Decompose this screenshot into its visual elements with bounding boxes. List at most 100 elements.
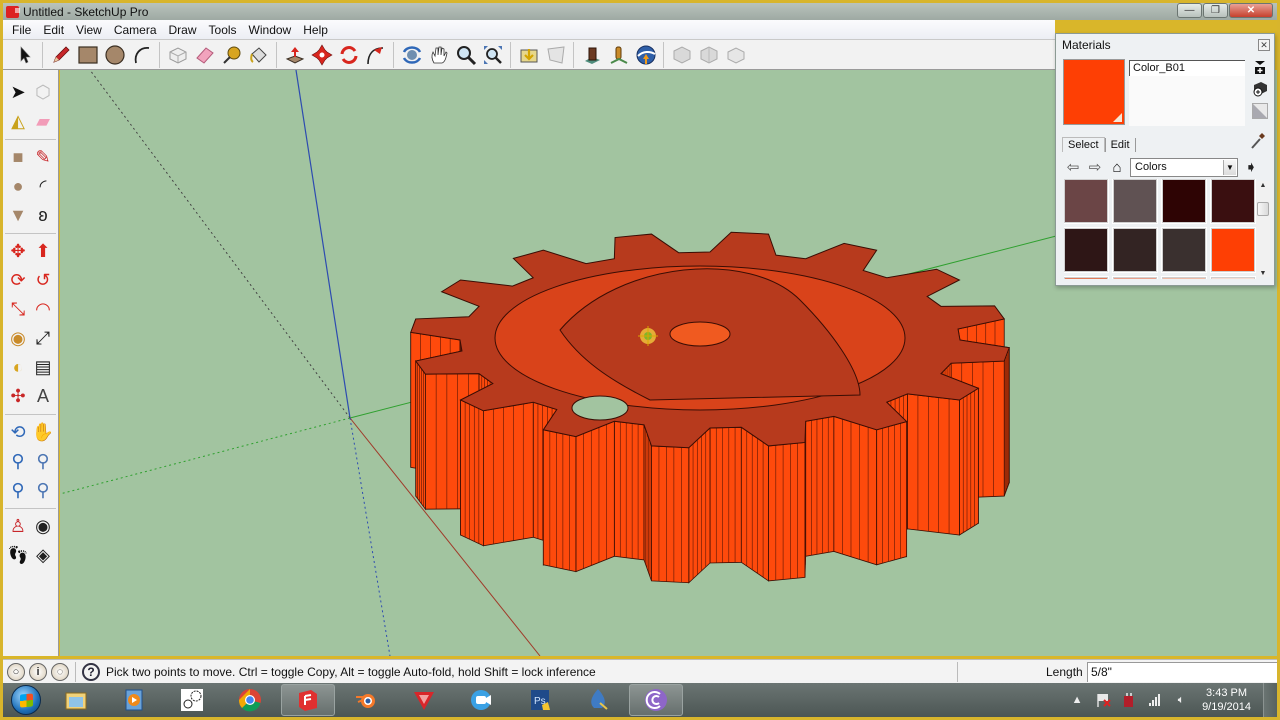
material-swatch[interactable] — [1161, 179, 1207, 224]
zoom-extents-tool[interactable]: ⚲ — [6, 479, 30, 503]
rotate-tool[interactable] — [335, 41, 362, 68]
extension-warehouse-tool[interactable] — [722, 41, 749, 68]
forward-arrow-icon[interactable]: ⇨ — [1086, 158, 1104, 176]
scroll-down-icon[interactable]: ▼ — [1256, 270, 1270, 277]
material-name-field[interactable]: Color_B01 — [1129, 60, 1245, 76]
gear-side-face[interactable] — [688, 427, 711, 584]
menu-view[interactable]: View — [70, 23, 108, 37]
tab-edit[interactable]: Edit — [1104, 138, 1136, 152]
scroll-up-icon[interactable]: ▲ — [1256, 182, 1270, 189]
preview-in-google-earth-tool[interactable] — [632, 41, 659, 68]
pencil-tool[interactable] — [47, 41, 74, 68]
zoom-tool[interactable] — [452, 41, 479, 68]
make-component-tool[interactable]: ⬡ — [31, 81, 55, 105]
circle-tool[interactable] — [101, 41, 128, 68]
menu-file[interactable]: File — [6, 23, 37, 37]
tape-measure-tool[interactable]: ◉ — [6, 327, 30, 351]
previous-view-tool[interactable]: ⚲ — [31, 479, 55, 503]
material-swatch[interactable] — [1064, 227, 1109, 273]
toggle-terrain-tool[interactable] — [605, 41, 632, 68]
material-library-select[interactable]: Colors ▼ — [1130, 157, 1238, 177]
zoom-window-tool[interactable]: ⚲ — [31, 450, 55, 474]
gear-side-face[interactable] — [876, 421, 908, 566]
taskbar-blender[interactable] — [339, 684, 393, 716]
measurement-input[interactable]: 5/8" — [1087, 662, 1277, 682]
arc-tool[interactable] — [128, 41, 155, 68]
gear-side-face[interactable] — [959, 387, 979, 536]
line-tool[interactable]: ✎ — [31, 146, 55, 170]
scale-tool[interactable]: ⤡ — [6, 298, 30, 322]
material-swatch[interactable] — [1112, 227, 1158, 273]
gear-side-face[interactable] — [907, 393, 960, 536]
orbit-tool[interactable] — [398, 41, 425, 68]
select-tool[interactable]: ➤ — [6, 81, 30, 105]
material-swatch[interactable] — [1161, 227, 1207, 273]
push-pull-tool[interactable] — [281, 41, 308, 68]
get-components-tool[interactable] — [668, 41, 695, 68]
taskbar-yafaray[interactable] — [397, 684, 451, 716]
share-model-tool[interactable] — [542, 41, 569, 68]
close-button[interactable]: ✕ — [1229, 3, 1273, 18]
gear-side-face[interactable] — [740, 426, 769, 582]
material-swatch[interactable] — [1064, 179, 1109, 224]
walk-tool[interactable]: 👣︎ — [6, 544, 30, 568]
tape-measure-tool[interactable] — [218, 41, 245, 68]
taskbar-sketchup[interactable] — [281, 684, 335, 716]
follow-me-tool[interactable]: ↺ — [31, 269, 55, 293]
push-pull-tool[interactable]: ⬆ — [31, 240, 55, 264]
menu-help[interactable]: Help — [297, 23, 334, 37]
gear-side-face[interactable] — [613, 420, 645, 561]
freehand-tool[interactable]: ʚ — [31, 204, 55, 228]
default-material-icon[interactable] — [1252, 103, 1268, 119]
power-icon[interactable] — [1121, 692, 1137, 708]
material-swatch[interactable] — [1210, 276, 1256, 279]
select-tool[interactable] — [11, 41, 38, 68]
dimension-tool[interactable]: ⤢ — [31, 327, 55, 351]
gear-side-face[interactable] — [542, 429, 577, 573]
menu-draw[interactable]: Draw — [163, 23, 203, 37]
taskbar-media-player[interactable] — [107, 684, 161, 716]
taskbar-explorer[interactable] — [49, 684, 103, 716]
menu-edit[interactable]: Edit — [37, 23, 70, 37]
add-location-tool[interactable] — [578, 41, 605, 68]
gear-side-face[interactable] — [460, 399, 484, 547]
rotate-tool[interactable]: ⟳ — [6, 269, 30, 293]
gear-model[interactable] — [410, 231, 1010, 584]
start-button[interactable] — [7, 684, 45, 716]
gear-side-face[interactable] — [643, 424, 652, 582]
create-material-icon[interactable] — [1252, 81, 1268, 97]
material-swatch[interactable] — [1210, 227, 1256, 273]
follow-me-tool[interactable] — [362, 41, 389, 68]
taskbar-gear-template[interactable] — [165, 684, 219, 716]
offset-tool[interactable]: ◠ — [31, 298, 55, 322]
sample-paint-eyedropper-icon[interactable] — [1250, 132, 1266, 150]
taskbar-chrome[interactable] — [223, 684, 277, 716]
rectangle-tool[interactable] — [74, 41, 101, 68]
share-component-tool[interactable] — [695, 41, 722, 68]
gear-side-face[interactable] — [651, 445, 690, 584]
gear-side-face[interactable] — [833, 415, 878, 566]
action-center-flag-icon[interactable] — [1095, 692, 1111, 708]
move-tool[interactable] — [308, 41, 335, 68]
volume-icon[interactable]: 🔈︎ — [1173, 692, 1189, 708]
material-swatch[interactable] — [1161, 276, 1207, 279]
material-swatch[interactable] — [1112, 276, 1158, 279]
rectangle-tool[interactable]: ■ — [6, 146, 30, 170]
network-signal-icon[interactable] — [1147, 692, 1163, 708]
gear-side-face[interactable] — [415, 359, 426, 511]
text-tool[interactable]: ▤ — [31, 356, 55, 380]
gear-side-face[interactable] — [483, 401, 534, 547]
pan-tool[interactable]: ✋ — [31, 421, 55, 445]
current-material-preview[interactable] — [1063, 59, 1125, 125]
swatch-scrollbar[interactable]: ▲ ▼ — [1256, 181, 1270, 277]
eraser-tool[interactable]: ▰ — [31, 110, 55, 134]
zoom-tool[interactable]: ⚲ — [6, 450, 30, 474]
paint-bucket-tool[interactable] — [245, 41, 272, 68]
pan-tool[interactable] — [425, 41, 452, 68]
move-tool[interactable]: ✥ — [6, 240, 30, 264]
gear-side-face[interactable] — [768, 442, 806, 582]
position-camera-tool[interactable]: ♙ — [6, 515, 30, 539]
chevron-down-icon[interactable]: ▼ — [1223, 159, 1236, 175]
taskbar-utility[interactable] — [629, 684, 683, 716]
orbit-tool[interactable]: ⟲ — [6, 421, 30, 445]
